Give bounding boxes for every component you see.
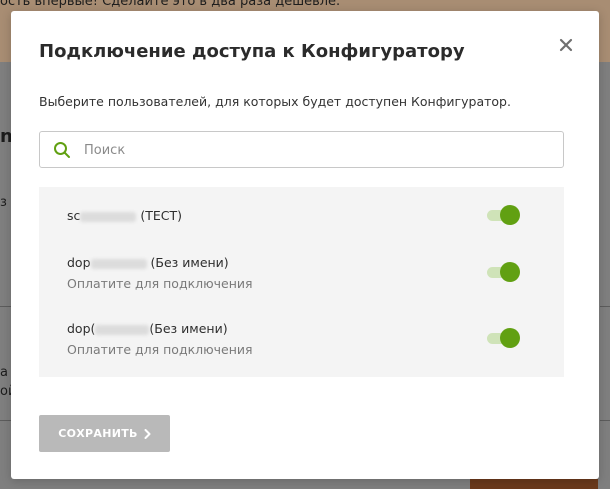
user-name-prefix: dop bbox=[67, 255, 91, 270]
user-name: dop (Без имени) bbox=[67, 255, 229, 270]
user-name-prefix: sc bbox=[67, 208, 81, 223]
user-subtitle: Оплатите для подключения bbox=[67, 342, 253, 357]
search-icon bbox=[54, 142, 70, 158]
list-item: dop (Без имени) Оплатите для подключения bbox=[39, 245, 564, 311]
chevron-right-icon bbox=[144, 428, 151, 439]
close-button[interactable] bbox=[555, 34, 577, 56]
modal-description: Выберите пользователей, для которых буде… bbox=[39, 94, 511, 109]
user-list: sc (ТЕСТ) dop (Без имени) Оплатите для п… bbox=[39, 187, 564, 377]
save-button[interactable]: СОХРАНИТЬ bbox=[39, 415, 170, 452]
list-item: dop( (Без имени) Оплатите для подключения bbox=[39, 311, 564, 377]
redacted-text bbox=[80, 211, 137, 222]
toggle-knob bbox=[500, 328, 520, 348]
user-name-suffix: (ТЕСТ) bbox=[136, 208, 183, 223]
list-item: sc (ТЕСТ) bbox=[39, 187, 564, 245]
configurator-access-modal: Подключение доступа к Конфигуратору Выбе… bbox=[11, 11, 599, 479]
access-toggle[interactable] bbox=[485, 327, 521, 349]
search-input[interactable] bbox=[84, 140, 544, 160]
user-name: dop( (Без имени) bbox=[67, 321, 228, 336]
background-divider bbox=[600, 306, 610, 307]
access-toggle[interactable] bbox=[485, 261, 521, 283]
user-name: sc (ТЕСТ) bbox=[67, 208, 182, 223]
background-divider bbox=[600, 420, 610, 421]
modal-title: Подключение доступа к Конфигуратору bbox=[39, 41, 465, 62]
user-name-prefix: dop( bbox=[67, 321, 96, 336]
toggle-knob bbox=[500, 205, 520, 225]
user-subtitle: Оплатите для подключения bbox=[67, 276, 253, 291]
access-toggle[interactable] bbox=[485, 204, 521, 226]
background-text-fragment: а bbox=[0, 365, 8, 380]
user-name-suffix: (Без имени) bbox=[146, 255, 229, 270]
save-button-label: СОХРАНИТЬ bbox=[58, 427, 138, 440]
user-name-suffix: (Без имени) bbox=[149, 321, 228, 336]
redacted-text bbox=[90, 258, 147, 269]
promo-banner-text: ость впервые! Сделайте это в два раза де… bbox=[0, 0, 341, 9]
close-icon bbox=[559, 38, 573, 52]
background-button bbox=[470, 479, 598, 489]
redacted-text bbox=[95, 324, 150, 335]
toggle-knob bbox=[500, 262, 520, 282]
search-field[interactable] bbox=[39, 131, 564, 168]
